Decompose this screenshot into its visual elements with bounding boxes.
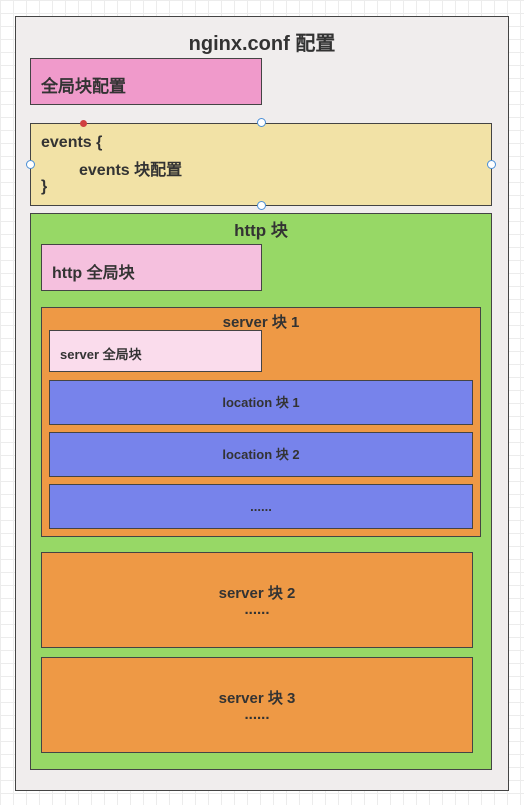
resize-handle-right[interactable] (487, 160, 496, 169)
events-config-line: events 块配置 (79, 162, 183, 179)
resize-handle-left[interactable] (26, 160, 35, 169)
location-block-more[interactable]: ...... (49, 484, 473, 529)
server-block-3[interactable]: server 块 3 ...... (41, 657, 473, 753)
events-block[interactable]: events { events 块配置 } (30, 123, 492, 206)
server-block-3-ellipsis: ...... (244, 706, 270, 723)
events-close-line: } (41, 178, 48, 195)
server-global-block[interactable]: server 全局块 (49, 330, 262, 372)
server-block-2-ellipsis: ...... (244, 601, 270, 618)
http-global-block[interactable]: http 全局块 (41, 244, 262, 291)
server-block-2[interactable]: server 块 2 ...... (41, 552, 473, 648)
resize-handle-bottom[interactable] (257, 201, 266, 210)
resize-handle-top[interactable] (257, 118, 266, 127)
server-block-1-title: server 块 1 (222, 314, 300, 331)
location-block-1[interactable]: location 块 1 (49, 380, 473, 425)
rotation-handle[interactable] (80, 120, 87, 127)
diagram-title: nginx.conf 配置 (188, 33, 336, 55)
server-block-3-title: server 块 3 (218, 690, 296, 707)
events-open-line: events { (41, 134, 103, 151)
server-block-2-title: server 块 2 (218, 585, 296, 602)
global-block[interactable]: 全局块配置 (30, 58, 262, 105)
location-block-2[interactable]: location 块 2 (49, 432, 473, 477)
http-block-title: http 块 (234, 221, 288, 240)
